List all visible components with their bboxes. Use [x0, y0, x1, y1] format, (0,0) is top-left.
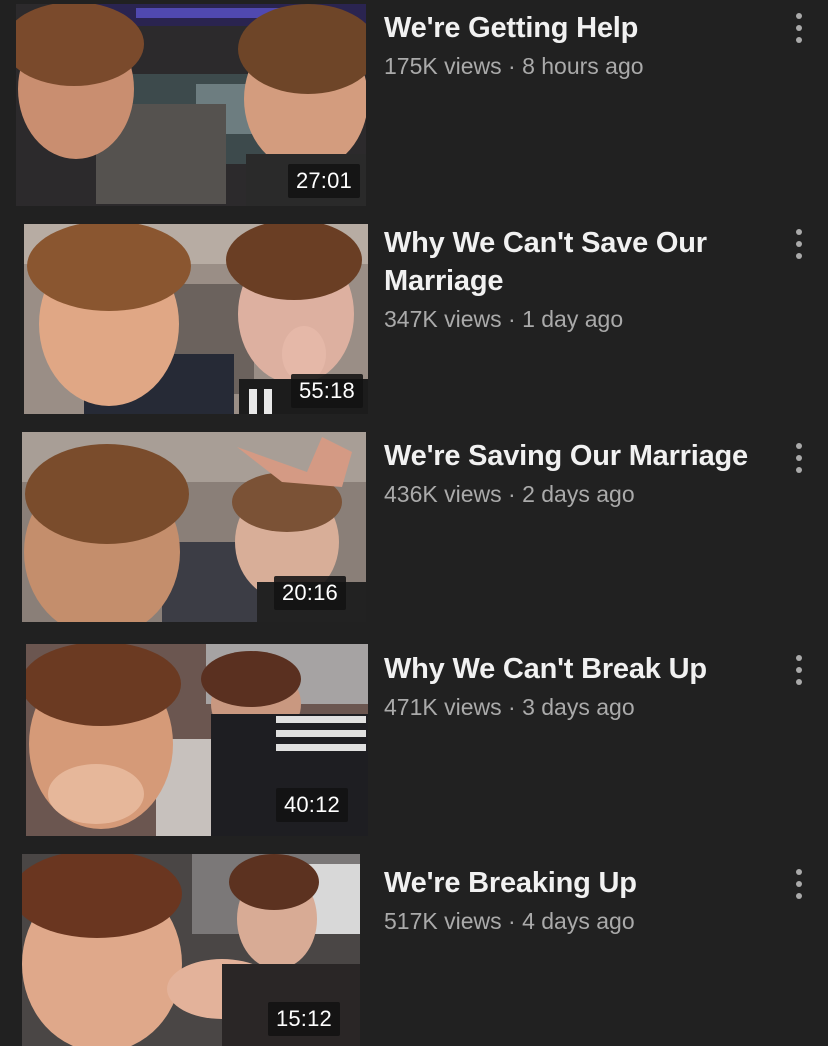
video-item[interactable]: 55:18 Why We Can't Save Our Marriage 347… [0, 214, 828, 414]
video-item[interactable]: 40:12 Why We Can't Break Up 471K views ·… [0, 642, 828, 842]
video-views: 436K views [384, 481, 502, 507]
video-meta: Why We Can't Save Our Marriage 347K view… [384, 224, 769, 335]
video-views: 471K views [384, 694, 502, 720]
video-thumbnail[interactable]: 55:18 [24, 224, 368, 414]
video-thumbnail[interactable]: 27:01 [16, 4, 366, 206]
video-meta: We're Getting Help 175K views · 8 hours … [384, 9, 769, 82]
video-duration: 20:16 [273, 576, 346, 610]
video-age: 3 days ago [522, 694, 635, 720]
video-meta: We're Breaking Up 517K views · 4 days ag… [384, 864, 769, 937]
video-item[interactable]: 20:16 We're Saving Our Marriage 436K vie… [0, 428, 828, 628]
video-title[interactable]: We're Saving Our Marriage [384, 437, 769, 475]
video-stats: 175K views · 8 hours ago [384, 50, 769, 82]
video-title[interactable]: We're Getting Help [384, 9, 769, 47]
video-meta: Why We Can't Break Up 471K views · 3 day… [384, 650, 769, 723]
video-age: 1 day ago [522, 306, 624, 332]
video-item[interactable]: 15:12 We're Breaking Up 517K views · 4 d… [0, 852, 828, 1046]
video-duration: 40:12 [275, 788, 348, 822]
video-age: 4 days ago [522, 908, 635, 934]
more-vertical-icon[interactable] [786, 440, 812, 476]
video-stats: 471K views · 3 days ago [384, 691, 769, 723]
video-views: 175K views [384, 53, 502, 79]
video-duration: 55:18 [290, 374, 363, 408]
video-stats: 347K views · 1 day ago [384, 303, 769, 335]
video-title[interactable]: Why We Can't Break Up [384, 650, 769, 688]
video-thumbnail[interactable]: 40:12 [26, 644, 368, 836]
video-duration: 27:01 [287, 164, 360, 198]
video-duration: 15:12 [267, 1002, 340, 1036]
video-stats: 517K views · 4 days ago [384, 905, 769, 937]
stats-separator: · [508, 306, 516, 332]
more-vertical-icon[interactable] [786, 866, 812, 902]
stats-separator: · [508, 694, 516, 720]
video-meta: We're Saving Our Marriage 436K views · 2… [384, 437, 769, 510]
more-vertical-icon[interactable] [786, 10, 812, 46]
video-thumbnail[interactable]: 20:16 [22, 432, 366, 622]
video-age: 8 hours ago [522, 53, 644, 79]
stats-separator: · [508, 481, 516, 507]
video-title[interactable]: Why We Can't Save Our Marriage [384, 224, 769, 300]
video-views: 517K views [384, 908, 502, 934]
stats-separator: · [508, 908, 516, 934]
stats-separator: · [508, 53, 516, 79]
video-thumbnail[interactable]: 15:12 [22, 854, 360, 1046]
more-vertical-icon[interactable] [786, 226, 812, 262]
video-views: 347K views [384, 306, 502, 332]
video-stats: 436K views · 2 days ago [384, 478, 769, 510]
video-title[interactable]: We're Breaking Up [384, 864, 769, 902]
video-age: 2 days ago [522, 481, 635, 507]
video-item[interactable]: 27:01 We're Getting Help 175K views · 8 … [0, 0, 828, 206]
video-feed: 27:01 We're Getting Help 175K views · 8 … [0, 0, 828, 1046]
more-vertical-icon[interactable] [786, 652, 812, 688]
